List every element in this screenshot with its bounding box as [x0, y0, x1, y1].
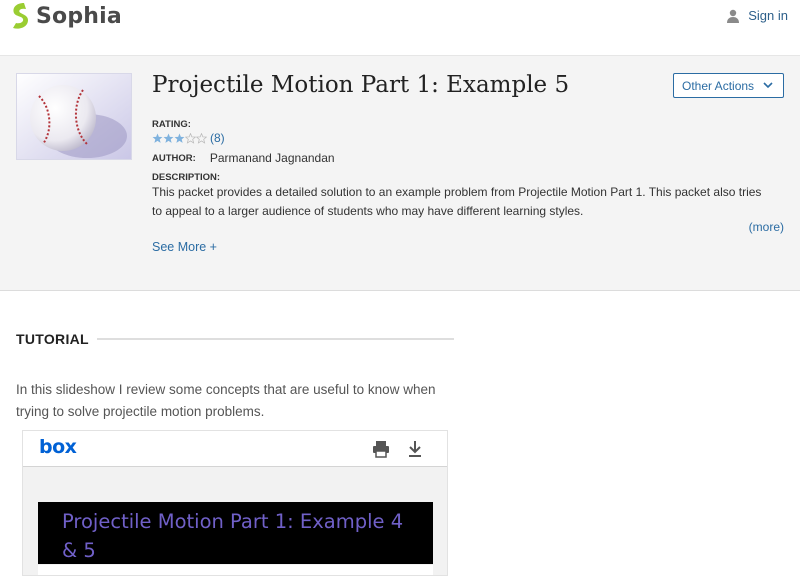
rating[interactable]: (8) — [152, 131, 225, 145]
other-actions-label: Other Actions — [682, 78, 755, 93]
brand-name: Sophia — [36, 3, 122, 29]
slide-preview[interactable]: Projectile Motion Part 1: Example 4 & 5 — [38, 502, 433, 564]
box-toolbar: box — [23, 431, 447, 467]
user-icon — [727, 9, 740, 23]
more-link[interactable]: (more) — [749, 220, 784, 234]
star-filled-icon[interactable] — [152, 133, 163, 144]
rating-label: RATING: — [152, 119, 191, 130]
packet-thumbnail — [16, 73, 132, 160]
rating-count[interactable]: (8) — [210, 131, 225, 145]
baseball-image — [17, 74, 131, 159]
packet-title: Projectile Motion Part 1: Example 5 — [152, 72, 570, 98]
sign-in-button[interactable]: Sign in — [726, 8, 788, 23]
tutorial-intro: In this slideshow I review some concepts… — [16, 382, 436, 419]
author-label: AUTHOR: — [152, 152, 196, 164]
slide-title: Projectile Motion Part 1: Example 4 & 5 — [62, 510, 404, 562]
tutorial-label: TUTORIAL — [16, 331, 89, 347]
packet-description: This packet provides a detailed solution… — [152, 185, 762, 218]
other-actions-dropdown[interactable]: Other Actions — [673, 73, 784, 98]
author-row: AUTHOR: Parmanand Jagnandan — [152, 151, 335, 165]
star-filled-icon[interactable] — [163, 133, 174, 144]
sign-in-label: Sign in — [748, 8, 788, 23]
top-nav: Sophia Sign in — [0, 0, 800, 56]
author-name: Parmanand Jagnandan — [209, 151, 335, 165]
sophia-logo[interactable]: Sophia — [10, 2, 122, 30]
packet-header: Projectile Motion Part 1: Example 5 Othe… — [0, 56, 800, 291]
box-embed[interactable]: box Projectile Motion Part 1: Example 4 … — [22, 430, 448, 576]
chevron-down-icon — [763, 82, 773, 89]
download-icon[interactable] — [407, 440, 423, 458]
tutorial-divider — [96, 338, 454, 340]
star-empty-icon[interactable] — [196, 132, 207, 144]
star-filled-icon[interactable] — [174, 133, 185, 144]
print-icon[interactable] — [372, 440, 390, 458]
star-empty-icon[interactable] — [185, 132, 196, 144]
box-logo[interactable]: box — [39, 436, 77, 458]
slide-lower-area — [38, 565, 433, 575]
description-label: DESCRIPTION: — [152, 172, 221, 183]
sophia-logo-icon — [13, 3, 28, 29]
tutorial-heading: TUTORIAL — [16, 331, 454, 347]
rating-stars[interactable] — [152, 132, 207, 144]
see-more-link[interactable]: See More + — [152, 240, 217, 254]
